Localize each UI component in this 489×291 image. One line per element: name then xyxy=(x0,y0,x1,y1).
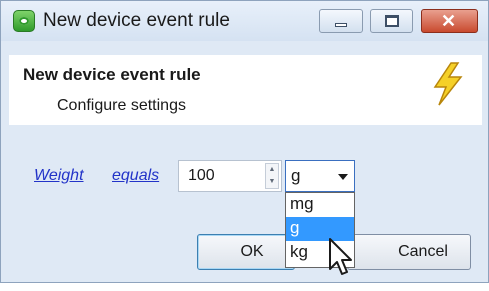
operator-link-equals[interactable]: equals xyxy=(112,167,159,185)
value-spinbox[interactable]: 100 ▲ ▼ xyxy=(178,160,282,192)
header-subtitle: Configure settings xyxy=(57,97,186,114)
field-link-weight[interactable]: Weight xyxy=(34,167,84,185)
unit-select-value: g xyxy=(291,166,301,185)
lightning-bolt-icon xyxy=(433,62,463,106)
close-button[interactable]: ✕ xyxy=(421,9,478,33)
maximize-button[interactable] xyxy=(370,9,413,33)
cancel-button[interactable]: Cancel xyxy=(347,234,471,270)
value-spinbox-text[interactable]: 100 xyxy=(188,167,215,185)
minimize-button[interactable] xyxy=(319,9,363,33)
spin-arrows[interactable]: ▲ ▼ xyxy=(265,163,279,189)
chevron-down-icon[interactable] xyxy=(338,174,348,180)
app-eye-icon xyxy=(13,10,35,32)
dialog-window: New device event rule ✕ New device event… xyxy=(0,0,489,283)
minimize-icon xyxy=(335,23,347,27)
spin-up-icon[interactable]: ▲ xyxy=(266,164,278,176)
title-bar[interactable]: New device event rule ✕ xyxy=(1,1,488,41)
unit-select[interactable]: g xyxy=(285,160,355,192)
mouse-pointer-icon xyxy=(329,238,352,275)
ok-button[interactable]: OK xyxy=(197,234,295,270)
window-title: New device event rule xyxy=(43,10,230,31)
close-icon: ✕ xyxy=(441,11,457,31)
header-panel: New device event rule Configure settings xyxy=(9,55,482,125)
spin-down-icon[interactable]: ▼ xyxy=(266,176,278,188)
unit-option-mg[interactable]: mg xyxy=(286,193,354,217)
header-title: New device event rule xyxy=(23,65,201,84)
maximize-icon xyxy=(385,15,399,27)
